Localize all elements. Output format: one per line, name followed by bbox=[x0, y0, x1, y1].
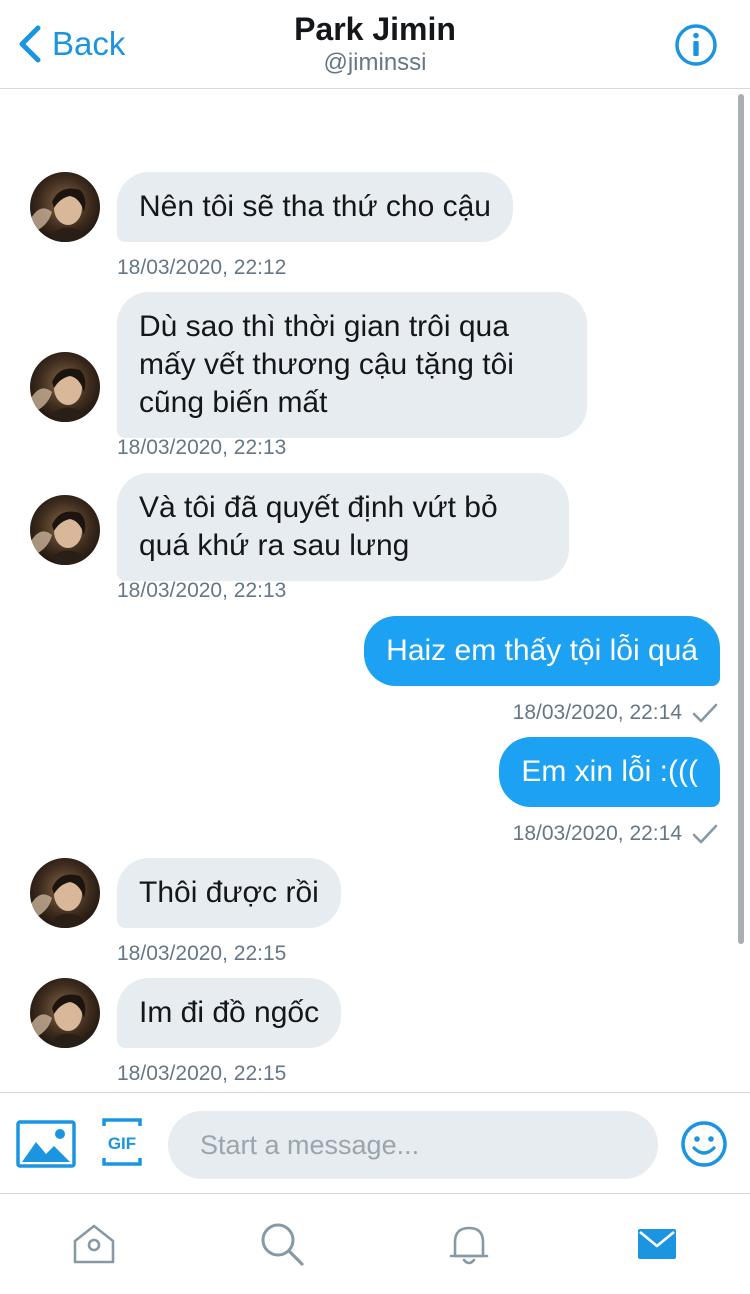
message-timestamp: 18/03/2020, 22:12 bbox=[117, 256, 287, 279]
message-list: Nên tôi sẽ tha thứ cho cậu 18/03/2020, 2… bbox=[0, 90, 750, 1092]
outgoing-message-bubble[interactable]: Haiz em thấy tội lỗi quá bbox=[364, 616, 720, 686]
bottom-tab-bar bbox=[0, 1193, 750, 1294]
search-icon[interactable] bbox=[258, 1220, 306, 1268]
message-status: 18/03/2020, 22:14 bbox=[513, 821, 718, 847]
avatar-image bbox=[30, 978, 100, 1048]
message-composer: GIF bbox=[0, 1092, 750, 1193]
outgoing-message-bubble[interactable]: Em xin lỗi :((( bbox=[499, 737, 720, 807]
avatar-image bbox=[30, 858, 100, 928]
avatar-image bbox=[30, 172, 100, 242]
bell-icon[interactable] bbox=[445, 1220, 493, 1268]
conversation-header: Back Park Jimin @jiminssi bbox=[0, 0, 750, 89]
avatar[interactable] bbox=[30, 495, 100, 565]
message-timestamp: 18/03/2020, 22:15 bbox=[117, 942, 287, 965]
incoming-message-bubble[interactable]: Im đi đồ ngốc bbox=[117, 978, 342, 1048]
message-input[interactable] bbox=[168, 1111, 658, 1179]
avatar[interactable] bbox=[30, 978, 100, 1048]
info-icon[interactable] bbox=[674, 23, 718, 67]
back-label: Back bbox=[52, 25, 126, 62]
page-title: Park Jimin bbox=[294, 11, 456, 47]
emoji-icon[interactable] bbox=[680, 1120, 728, 1168]
sent-check-icon bbox=[692, 703, 718, 723]
sent-check-icon bbox=[692, 824, 718, 844]
back-button[interactable]: Back bbox=[16, 22, 125, 66]
message-timestamp: 18/03/2020, 22:13 bbox=[117, 436, 287, 459]
avatar-image bbox=[30, 352, 100, 422]
mail-icon[interactable] bbox=[633, 1220, 681, 1268]
message-timestamp: 18/03/2020, 22:14 bbox=[512, 701, 682, 724]
conversation-title-block: Park Jimin @jiminssi bbox=[150, 10, 600, 78]
avatar-image bbox=[30, 495, 100, 565]
user-handle: @jiminssi bbox=[323, 49, 427, 76]
message-status: 18/03/2020, 22:14 bbox=[513, 700, 718, 726]
avatar[interactable] bbox=[30, 172, 100, 242]
avatar[interactable] bbox=[30, 858, 100, 928]
message-timestamp: 18/03/2020, 22:15 bbox=[117, 1062, 287, 1085]
home-icon[interactable] bbox=[70, 1220, 118, 1268]
incoming-message-bubble[interactable]: Và tôi đã quyết định vứt bỏ quá khứ ra s… bbox=[117, 473, 569, 581]
gif-icon[interactable]: GIF bbox=[102, 1118, 142, 1166]
chevron-left-icon bbox=[19, 25, 41, 63]
image-icon[interactable] bbox=[16, 1120, 76, 1168]
incoming-message-bubble[interactable]: Nên tôi sẽ tha thứ cho cậu bbox=[117, 172, 513, 242]
incoming-message-bubble[interactable]: Dù sao thì thời gian trôi qua mấy vết th… bbox=[117, 292, 587, 438]
incoming-message-bubble[interactable]: Thôi được rồi bbox=[117, 858, 341, 928]
message-timestamp: 18/03/2020, 22:14 bbox=[512, 822, 682, 845]
message-timestamp: 18/03/2020, 22:13 bbox=[117, 579, 287, 602]
svg-text:GIF: GIF bbox=[108, 1134, 136, 1153]
avatar[interactable] bbox=[30, 352, 100, 422]
